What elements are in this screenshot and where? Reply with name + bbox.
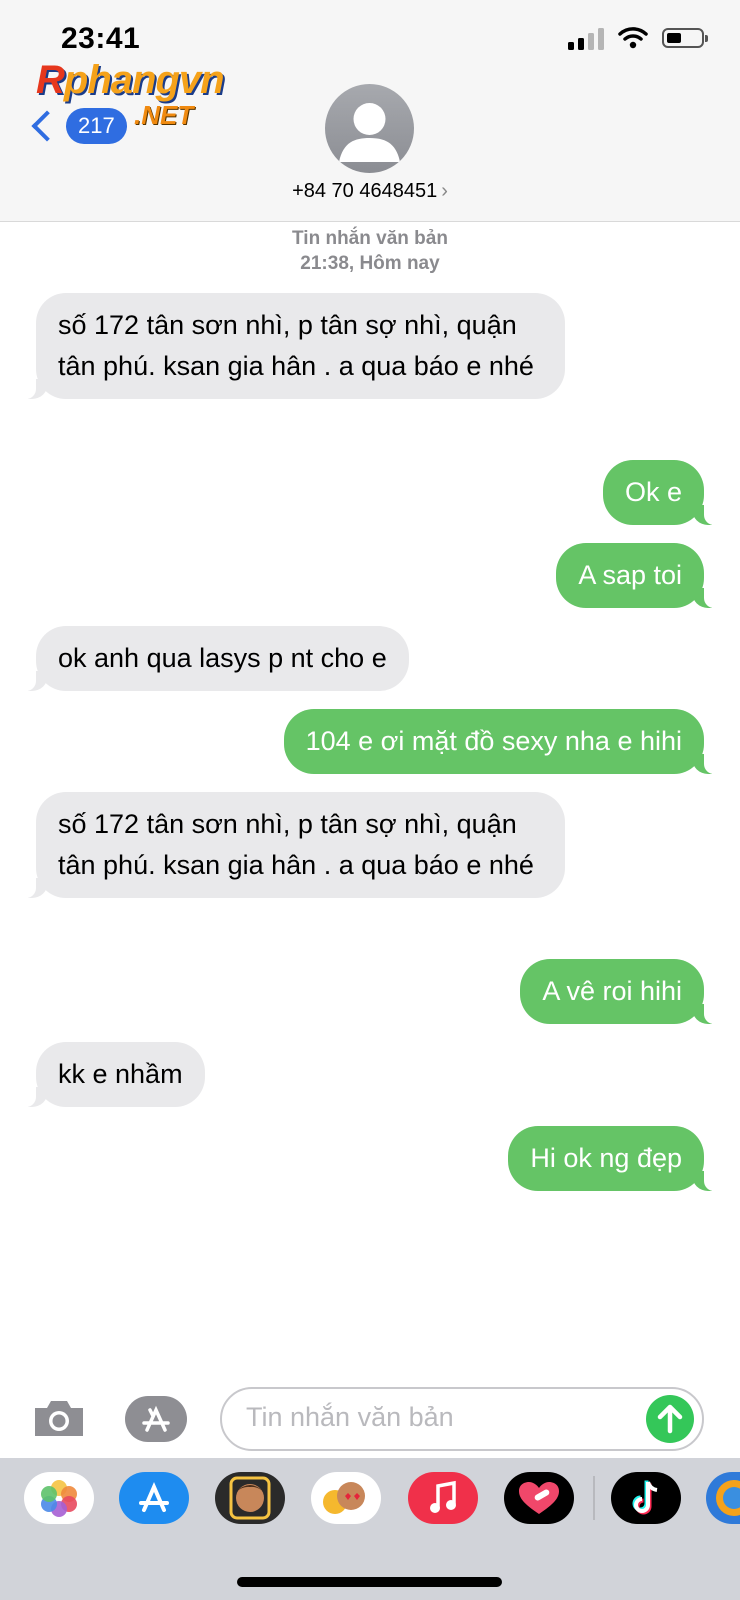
message-bubble-outgoing[interactable]: A vê roi hihi [520, 959, 718, 1024]
person-icon [339, 103, 400, 162]
message-bubble-incoming[interactable]: ok anh qua lasys p nt cho e [22, 626, 409, 691]
chevron-left-icon [31, 110, 63, 142]
memoji-icon[interactable] [215, 1472, 285, 1524]
message-bubble-outgoing[interactable]: 104 e ơi mặt đồ sexy nha e hihi [283, 709, 719, 774]
message-bubble-incoming[interactable]: kk e nhầm [22, 1042, 205, 1107]
apps-button[interactable] [125, 1396, 187, 1442]
home-indicator [237, 1577, 502, 1587]
status-icons [568, 26, 708, 50]
conversation-header: 23:41 Rphangvn .NET 217 +84 70 4648451 › [0, 0, 740, 222]
message-timestamp: 21:38, Hôm nay [300, 253, 440, 274]
watermark-text: phangvn [63, 58, 225, 102]
tray-divider [593, 1476, 595, 1520]
message-type-label: Tin nhắn văn bản [292, 228, 448, 249]
globe-app-icon[interactable] [706, 1472, 740, 1524]
message-bubble-incoming[interactable]: số 172 tân sơn nhì, p tân sợ nhì, quận t… [22, 293, 565, 399]
watermark-first-letter: R [36, 58, 65, 102]
heart-app-icon[interactable] [504, 1472, 574, 1524]
back-button[interactable]: 217 [28, 108, 127, 144]
contact-avatar[interactable] [325, 84, 414, 173]
message-text-field[interactable] [244, 1401, 628, 1434]
message-bubble-incoming[interactable]: số 172 tân sơn nhì, p tân sợ nhì, quận t… [22, 792, 565, 898]
arrow-up-icon [657, 1404, 683, 1434]
message-bubble-outgoing[interactable]: Hi ok ng đẹp [508, 1126, 718, 1191]
app-store-icon[interactable] [119, 1472, 189, 1524]
contact-name-button[interactable]: +84 70 4648451 › [0, 180, 740, 203]
wifi-icon [618, 27, 648, 49]
send-button[interactable] [646, 1395, 694, 1443]
cellular-signal-icon [568, 26, 604, 50]
animoji-icon[interactable] [311, 1472, 381, 1524]
watermark-suffix: .NET [134, 100, 194, 130]
music-icon[interactable] [408, 1472, 478, 1524]
unread-count-badge: 217 [66, 108, 127, 144]
camera-icon[interactable] [31, 1398, 87, 1438]
chevron-right-icon: › [441, 180, 448, 202]
contact-phone-number: +84 70 4648451 [292, 180, 438, 202]
message-bubble-outgoing[interactable]: Ok e [602, 460, 719, 525]
battery-icon [662, 28, 708, 48]
status-time: 23:41 [61, 22, 141, 55]
thread-meta: Tin nhắn văn bản 21:38, Hôm nay [0, 226, 740, 276]
app-store-icon [142, 1405, 170, 1432]
message-bubble-outgoing[interactable]: A sap toi [556, 543, 718, 608]
watermark-logo: Rphangvn .NET [36, 58, 225, 130]
tiktok-icon[interactable] [611, 1472, 681, 1524]
message-input[interactable] [220, 1387, 704, 1451]
photos-icon[interactable] [24, 1472, 94, 1524]
composer-bar [0, 1380, 740, 1460]
